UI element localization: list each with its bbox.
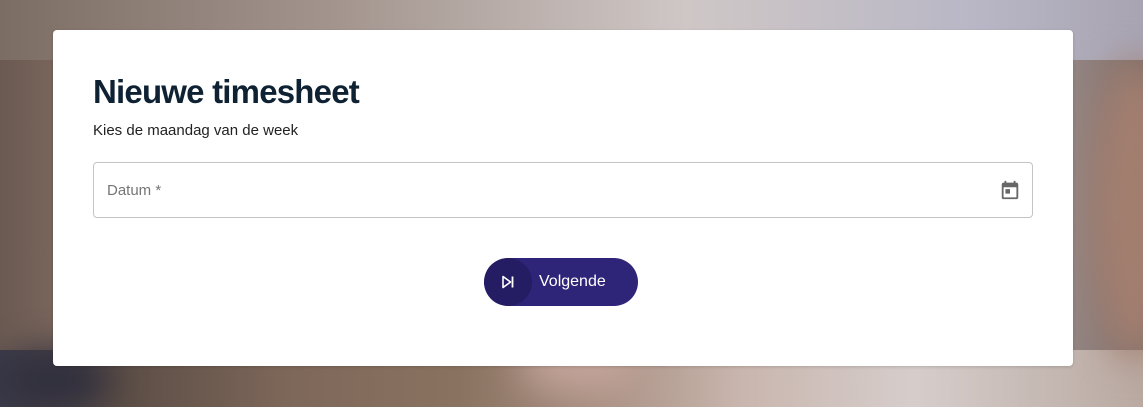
skip-next-icon [502, 275, 514, 289]
new-timesheet-card: Nieuwe timesheet Kies de maandag van de … [53, 30, 1073, 366]
date-field[interactable] [93, 162, 1033, 218]
page-subtitle: Kies de maandag van de week [93, 122, 299, 139]
background-blob [1090, 60, 1143, 360]
date-input[interactable] [107, 163, 987, 217]
calendar-icon[interactable] [999, 179, 1021, 201]
next-button-label: Volgende [539, 273, 606, 290]
next-icon-wrap [484, 258, 532, 306]
next-button[interactable]: Volgende [484, 258, 638, 306]
page-title: Nieuwe timesheet [93, 73, 360, 110]
